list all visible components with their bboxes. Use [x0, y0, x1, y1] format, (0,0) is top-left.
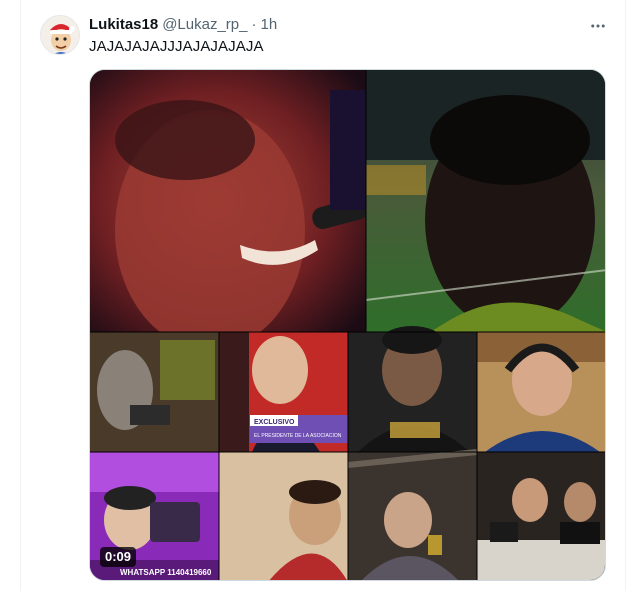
tweet-text: JAJAJAJAJJJAJAJAJAJA — [89, 38, 264, 55]
exclusive-subtext: EL PRESIDENTE DE LA ASOCIACION — [254, 433, 342, 439]
video-player[interactable]: EXCLUSIVO EL PRESIDENTE DE LA ASOCIACION… — [89, 69, 606, 581]
timestamp[interactable]: 1h — [260, 16, 277, 33]
whatsapp-banner: WHATSAPP 1140419660 — [120, 568, 212, 577]
separator-dot: · — [251, 15, 257, 33]
more-options-button[interactable] — [584, 12, 612, 40]
display-name[interactable]: Lukitas18 — [89, 16, 158, 33]
avatar[interactable] — [40, 15, 80, 55]
exclusive-banner: EXCLUSIVO — [254, 419, 295, 426]
video-thumbnail: EXCLUSIVO EL PRESIDENTE DE LA ASOCIACION… — [90, 70, 605, 580]
more-horizontal-icon — [591, 24, 605, 28]
tweet-header: Lukitas18 @Lukaz_rp_ · 1h — [89, 14, 277, 34]
video-duration-badge: 0:09 — [100, 547, 137, 567]
user-handle[interactable]: @Lukaz_rp_ — [162, 16, 247, 33]
